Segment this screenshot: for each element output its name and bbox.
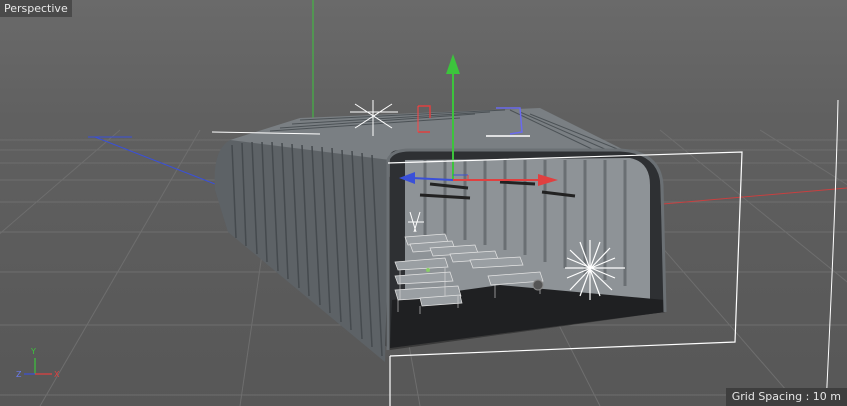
grid-spacing-label: Grid Spacing : 10 m <box>725 388 847 406</box>
quonset-hangar-model[interactable] <box>214 108 667 362</box>
axis-letter-z: Z <box>16 370 22 379</box>
scene-canvas[interactable]: Y Z X <box>0 0 847 406</box>
axis-letter-y: Y <box>30 347 36 356</box>
perspective-viewport[interactable]: Y Z X Perspective Grid Spacing : 10 m <box>0 0 847 406</box>
axis-letter-x: X <box>54 370 60 379</box>
orientation-axis-icon: Y Z X <box>16 347 60 379</box>
y-axis-handle[interactable] <box>446 54 460 74</box>
view-name-label[interactable]: Perspective <box>0 0 72 17</box>
